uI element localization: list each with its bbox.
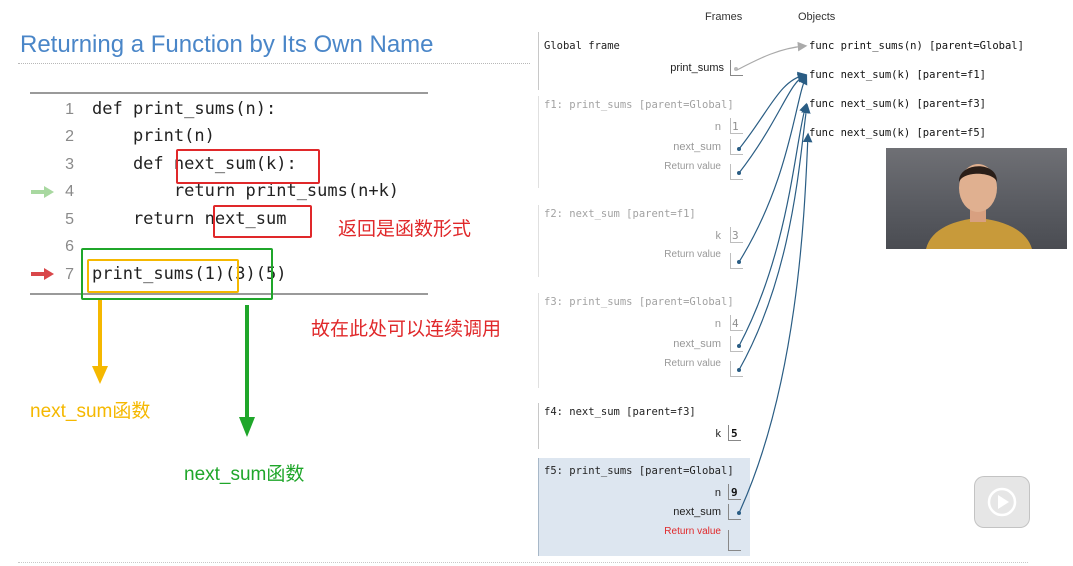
pointer-arrow xyxy=(736,41,808,71)
pointer-arrow xyxy=(738,71,808,150)
play-icon xyxy=(987,487,1017,517)
presenter-figure xyxy=(926,164,1032,249)
play-button[interactable] xyxy=(974,476,1030,528)
pointer-arrow xyxy=(738,103,811,371)
pointer-arrows xyxy=(736,41,813,514)
bottom-divider xyxy=(18,562,1028,563)
pointer-arrow xyxy=(738,74,808,263)
pointer-arrow xyxy=(738,102,809,347)
webcam-video xyxy=(886,148,1067,249)
